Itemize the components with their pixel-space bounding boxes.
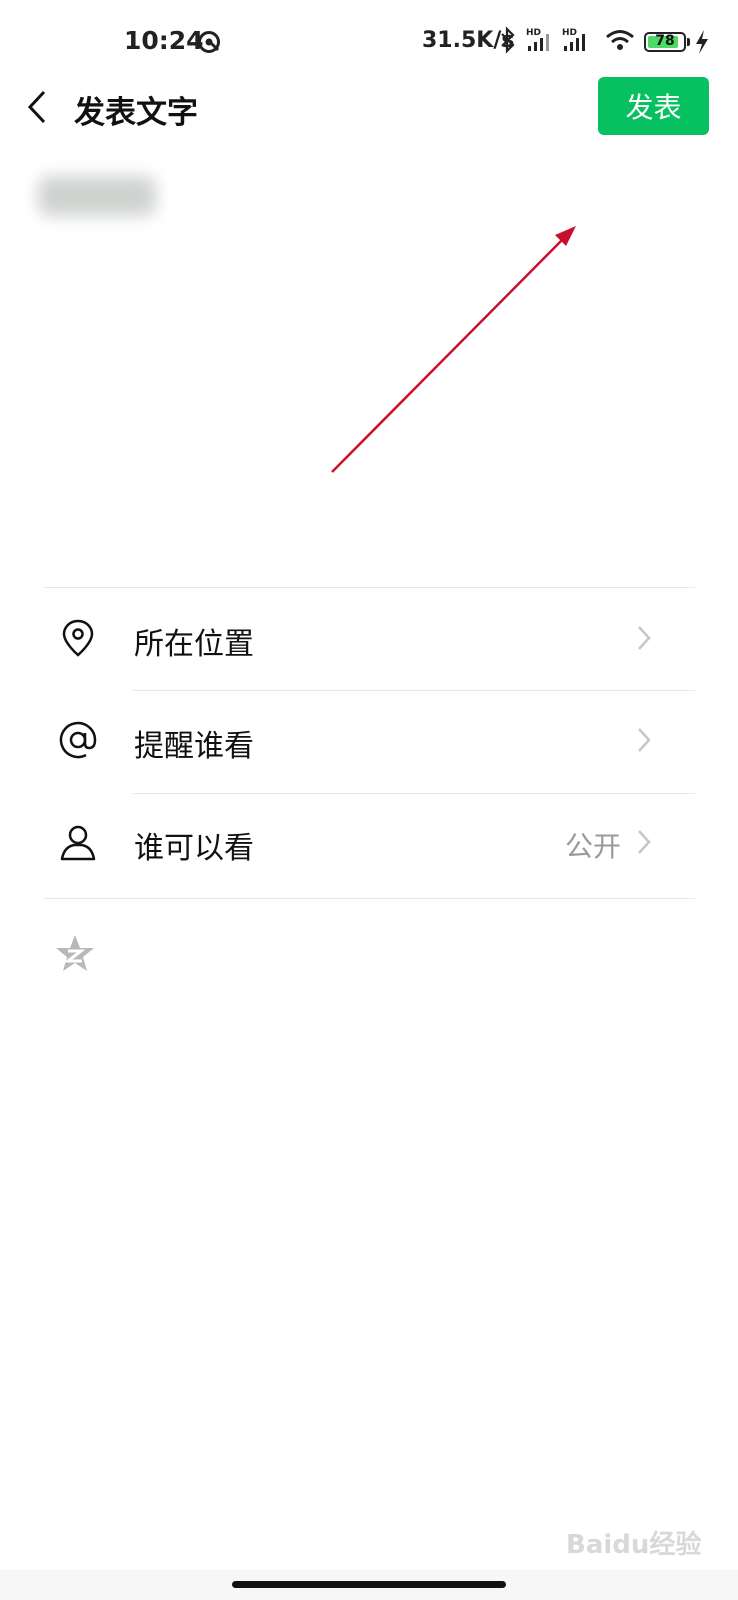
chevron-right-icon (638, 728, 651, 752)
divider (133, 793, 695, 794)
post-options-list: 所在位置 提醒谁看 谁可以看 公开 (44, 587, 695, 893)
chevron-right-icon (638, 626, 651, 650)
location-pin-icon (62, 619, 94, 657)
home-indicator[interactable] (232, 1581, 506, 1588)
publish-button[interactable]: 发表 (598, 77, 709, 135)
divider (44, 898, 695, 899)
battery-level: 78 (655, 33, 675, 49)
status-time: 10:24 (124, 26, 204, 55)
qzone-star-icon[interactable] (54, 933, 96, 973)
svg-text:HD: HD (562, 28, 577, 38)
visibility-value: 公开 (564, 830, 621, 863)
bluetooth-icon (501, 26, 515, 54)
compose-text-area[interactable] (30, 168, 708, 568)
visibility-label: 谁可以看 (134, 831, 254, 866)
divider (133, 690, 695, 691)
svg-text:HD: HD (526, 28, 541, 38)
signal-hd-icon: HD (562, 28, 585, 51)
mention-row[interactable]: 提醒谁看 (44, 689, 695, 791)
back-button[interactable] (18, 82, 58, 132)
person-icon (60, 825, 96, 861)
do-not-disturb-icon (198, 31, 220, 53)
blurred-post-text (38, 176, 156, 216)
chevron-right-icon (638, 830, 651, 854)
location-row[interactable]: 所在位置 (44, 587, 695, 689)
wifi-icon (606, 30, 634, 50)
visibility-row[interactable]: 谁可以看 公开 (44, 791, 695, 893)
nav-bar: 发表文字 发表 (0, 70, 738, 144)
signal-hd-icon: HD (526, 28, 549, 51)
page-title: 发表文字 (74, 95, 198, 131)
location-label: 所在位置 (134, 627, 254, 662)
at-sign-icon (59, 721, 97, 759)
battery-tip (687, 38, 690, 46)
mention-label: 提醒谁看 (134, 729, 254, 764)
charging-icon (696, 30, 708, 54)
watermark: Baidu经验 (566, 1530, 702, 1560)
battery-icon: 78 (644, 32, 686, 52)
